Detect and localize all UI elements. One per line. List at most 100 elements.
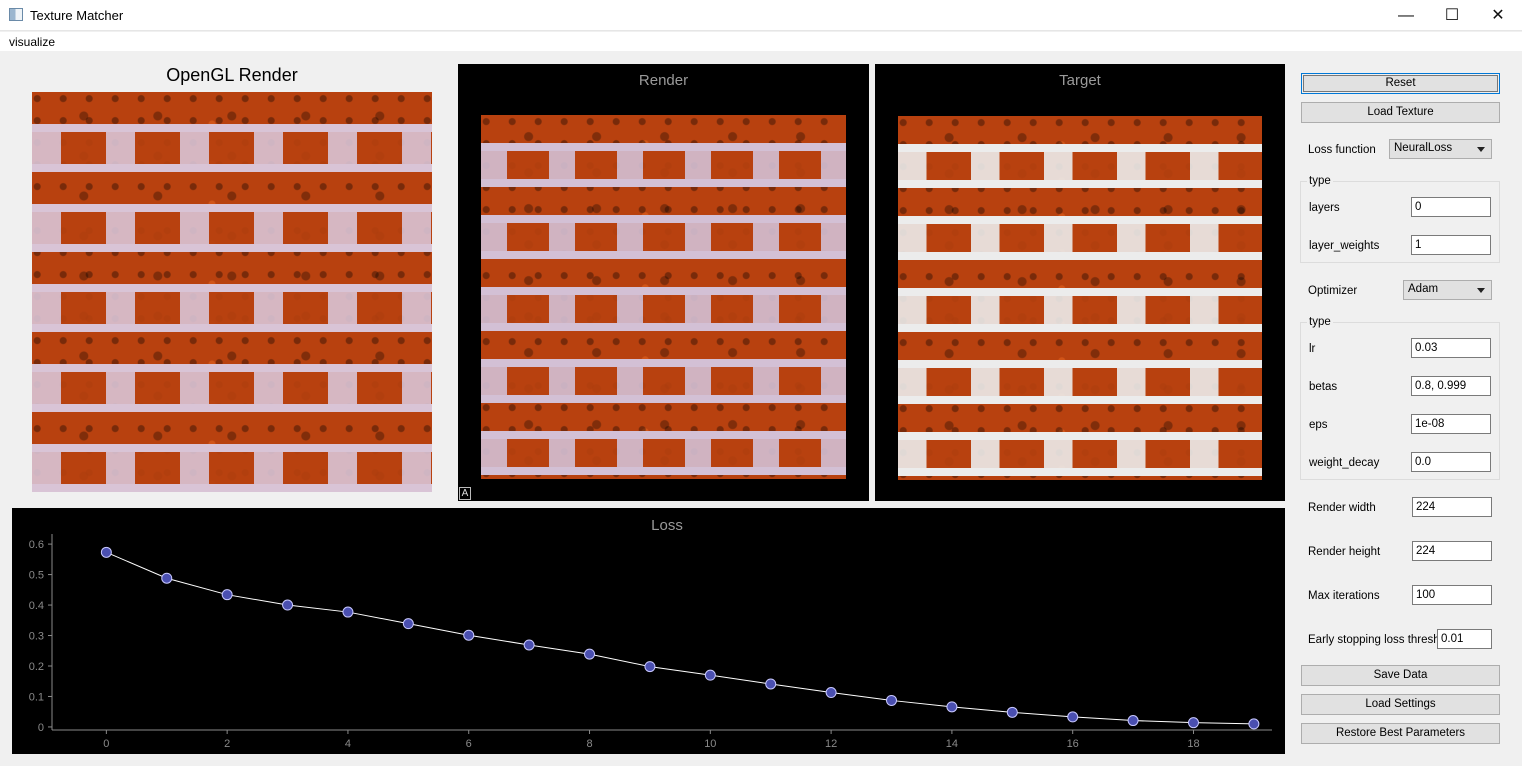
- layer-weights-label: layer_weights: [1309, 240, 1380, 252]
- loss-group-title: type: [1307, 175, 1333, 187]
- brick-row: [481, 367, 846, 395]
- betas-label: betas: [1309, 381, 1338, 393]
- x-tick-label: 8: [586, 738, 592, 750]
- render-image: [481, 115, 846, 479]
- x-tick-label: 16: [1067, 738, 1079, 750]
- loss-point: [1127, 715, 1139, 727]
- target-title: Target: [1059, 72, 1101, 89]
- render-height-label: Render height: [1308, 546, 1381, 558]
- loss-point: [946, 701, 958, 713]
- restore-best-parameters-button[interactable]: Restore Best Parameters: [1301, 723, 1500, 744]
- autoscale-badge[interactable]: A: [459, 487, 471, 500]
- max-iterations-label: Max iterations: [1308, 590, 1380, 602]
- max-iterations-field[interactable]: [1412, 585, 1492, 605]
- loss-series: [100, 546, 1260, 730]
- loss-point: [1006, 706, 1018, 718]
- loss-function-value: NeuralLoss: [1394, 142, 1453, 154]
- loss-point: [161, 572, 173, 584]
- x-tick-label: 12: [825, 738, 837, 750]
- loss-point: [825, 687, 837, 699]
- loss-chart: Loss 0 0.1 0.2 0.3 0.4 0.5 0.6 0 2 4 6 8 10 12 14 16 18: [29, 517, 1272, 750]
- optimizer-group-title: type: [1307, 316, 1333, 328]
- lr-field[interactable]: [1411, 338, 1491, 358]
- loss-point: [1187, 717, 1199, 729]
- target-image: [898, 116, 1262, 480]
- loss-point: [584, 648, 596, 660]
- y-tick-label: 0.2: [29, 661, 44, 673]
- close-button[interactable]: ✕: [1475, 0, 1521, 31]
- eps-label: eps: [1309, 419, 1328, 431]
- opengl-render-title: OpenGL Render: [166, 65, 298, 85]
- loss-function-select[interactable]: NeuralLoss: [1389, 139, 1492, 159]
- loss-point: [704, 669, 716, 681]
- brick-row: [32, 292, 432, 324]
- x-tick-label: 4: [345, 738, 351, 750]
- loss-point: [282, 599, 294, 611]
- opengl-render-view: [32, 92, 432, 492]
- eps-field[interactable]: [1411, 414, 1491, 434]
- brick-row: [32, 452, 432, 484]
- brick-row: [898, 440, 1262, 468]
- y-tick-label: 0.1: [29, 691, 44, 703]
- layer-weights-field[interactable]: [1411, 235, 1491, 255]
- brick-row: [898, 368, 1262, 396]
- x-tick-label: 10: [704, 738, 716, 750]
- loss-point: [402, 618, 414, 630]
- menu-visualize[interactable]: visualize: [9, 35, 55, 49]
- betas-field[interactable]: [1411, 376, 1491, 396]
- early-stop-label: Early stopping loss thresh: [1308, 634, 1440, 646]
- optimizer-label: Optimizer: [1308, 285, 1358, 297]
- optimizer-value: Adam: [1408, 283, 1439, 295]
- load-texture-button[interactable]: Load Texture: [1301, 102, 1500, 123]
- window-title: Texture Matcher: [30, 8, 124, 23]
- brick-row: [481, 151, 846, 179]
- brick-row: [481, 295, 846, 323]
- brick-row: [481, 223, 846, 251]
- loss-point: [765, 678, 777, 690]
- x-tick-label: 6: [466, 738, 472, 750]
- loss-point: [523, 639, 535, 651]
- layers-label: layers: [1309, 202, 1340, 214]
- reset-button[interactable]: Reset: [1301, 73, 1500, 94]
- load-settings-button[interactable]: Load Settings: [1301, 694, 1500, 715]
- render-height-field[interactable]: [1412, 541, 1492, 561]
- loss-point: [342, 606, 354, 618]
- app-icon: [9, 8, 23, 21]
- y-tick-label: 0.6: [29, 539, 44, 551]
- brick-row: [481, 439, 846, 467]
- loss-point: [1248, 718, 1260, 730]
- weight-decay-label: weight_decay: [1309, 457, 1380, 469]
- loss-function-label: Loss function: [1308, 144, 1376, 156]
- y-tick-label: 0: [38, 722, 44, 734]
- x-tick-label: 18: [1187, 738, 1199, 750]
- x-tick-label: 2: [224, 738, 230, 750]
- loss-line: [106, 551, 1254, 725]
- maximize-button[interactable]: ☐: [1429, 0, 1475, 31]
- loss-point: [100, 546, 112, 558]
- render-width-field[interactable]: [1412, 497, 1492, 517]
- loss-point: [221, 589, 233, 601]
- y-tick-label: 0.5: [29, 570, 44, 582]
- brick-row: [898, 224, 1262, 252]
- x-tick-label: 0: [103, 738, 109, 750]
- brick-row: [32, 212, 432, 244]
- render-width-label: Render width: [1308, 502, 1376, 514]
- loss-point: [463, 629, 475, 641]
- chevron-down-icon: [1477, 147, 1485, 152]
- optimizer-select[interactable]: Adam: [1403, 280, 1492, 300]
- brick-row: [898, 296, 1262, 324]
- loss-chart-title: Loss: [651, 517, 683, 534]
- x-tick-label: 14: [946, 738, 958, 750]
- title-bar: Texture Matcher — ☐ ✕: [0, 0, 1522, 31]
- early-stop-field[interactable]: [1437, 629, 1492, 649]
- layers-field[interactable]: [1411, 197, 1491, 217]
- render-title: Render: [638, 72, 689, 89]
- save-data-button[interactable]: Save Data: [1301, 665, 1500, 686]
- menu-bar: visualize: [0, 32, 1522, 51]
- loss-point: [1067, 711, 1079, 723]
- minimize-button[interactable]: —: [1383, 0, 1429, 31]
- weight-decay-field[interactable]: [1411, 452, 1491, 472]
- lr-label: lr: [1309, 343, 1316, 355]
- y-tick-label: 0.3: [29, 631, 44, 643]
- brick-row: [32, 372, 432, 404]
